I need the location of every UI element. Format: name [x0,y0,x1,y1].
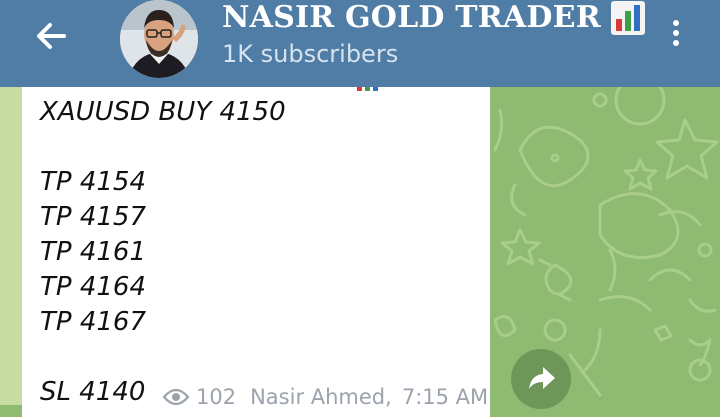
more-vertical-icon [660,20,692,46]
message-author: Nasir Ahmed, [250,385,392,409]
take-profit-line: TP 4161 [40,237,146,267]
arrow-left-icon [37,23,66,49]
take-profit-line: TP 4164 [40,272,146,302]
take-profit-line: TP 4167 [40,307,146,337]
take-profit-line: TP 4154 [40,167,146,197]
take-profit-line: TP 4157 [40,202,146,232]
more-menu-button[interactable] [660,16,692,56]
view-count: 102 [196,385,237,409]
left-chat-edge [0,87,22,405]
signal-line: XAUUSD BUY 4150 [40,97,286,127]
bar-chart-icon [610,1,645,35]
channel-avatar[interactable] [120,0,198,78]
message-time: 7:15 AM [401,385,489,409]
forward-button[interactable] [511,349,571,409]
back-button[interactable] [30,14,74,58]
avatar-photo [120,0,198,78]
channel-title[interactable]: NASIR GOLD TRADER [222,0,601,36]
emoji-fragment-icon [357,87,378,91]
message-bubble[interactable]: XAUUSD BUY 4150 TP 4154 TP 4157 TP 4161 … [22,87,490,417]
subscriber-count: 1K subscribers [222,40,399,68]
message-meta: 102 Nasir Ahmed, 7:15 AM [162,385,488,409]
forward-arrow-icon [529,367,555,389]
eye-icon [162,388,190,406]
stop-loss-line: SL 4140 [40,377,146,407]
channel-header: NASIR GOLD TRADER 1K subscribers [0,0,720,87]
